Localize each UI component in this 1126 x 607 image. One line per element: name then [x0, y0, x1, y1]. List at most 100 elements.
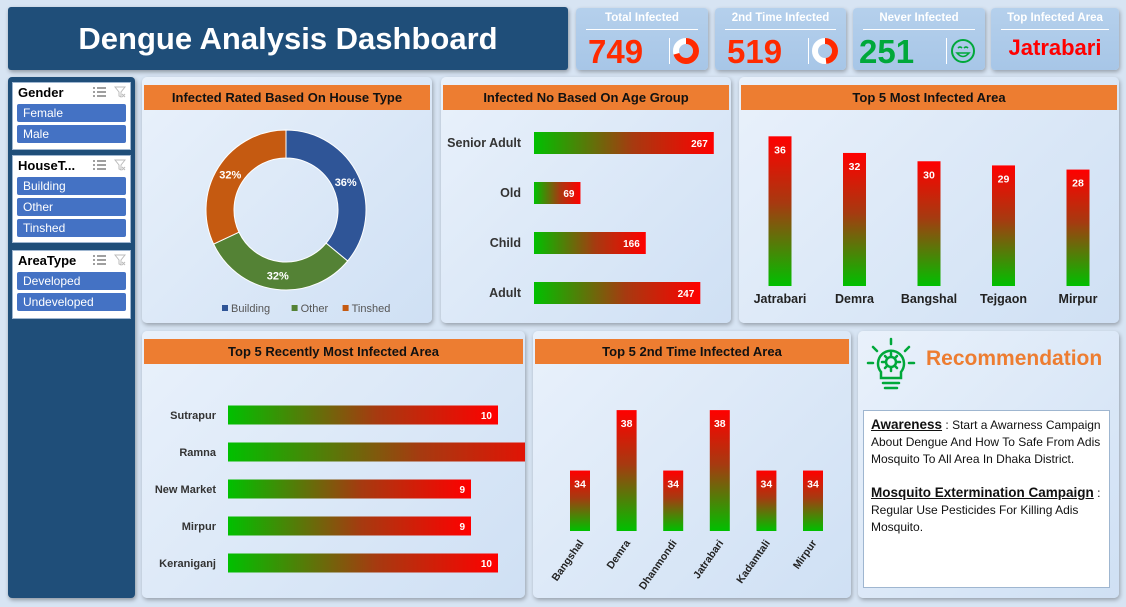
- donut-slice-building[interactable]: [285, 129, 367, 262]
- bar-adult[interactable]: [534, 282, 701, 304]
- donut-slice-label: 36%: [335, 177, 357, 189]
- bar-category-label: Ramna: [179, 447, 217, 459]
- kpi-value: 749: [588, 33, 644, 70]
- bar-value-label: 34: [667, 479, 679, 491]
- slicer-header: Gender: [13, 83, 130, 102]
- recommendation-title: Recommendation: [926, 347, 1103, 370]
- multi-select-icon[interactable]: [93, 254, 106, 266]
- recommendation-panel: Recommendation Awareness : Start a Awarn…: [858, 331, 1119, 598]
- bar-category-label: New Market: [155, 484, 216, 496]
- bar-value-label: 9: [459, 522, 465, 533]
- recent-infected-bar-chart: Sutrapur10Ramna13New Market9Mirpur9Keran…: [155, 405, 525, 573]
- legend-label: Building: [231, 303, 270, 315]
- bar-value-label: 166: [623, 239, 640, 250]
- slicer-header: AreaType: [13, 251, 130, 270]
- kpi-second-time-infected: 2nd Time Infected 519: [715, 8, 846, 70]
- bar-keraniganj[interactable]: [228, 553, 498, 573]
- bar-category-label: Child: [490, 236, 521, 250]
- donut-slice-label: 32%: [219, 170, 241, 182]
- age-group-panel: Infected No Based On Age Group Senior Ad…: [441, 77, 731, 323]
- slicer-title: AreaType: [18, 253, 77, 268]
- multi-select-icon[interactable]: [93, 159, 106, 171]
- multi-select-icon[interactable]: [93, 86, 106, 98]
- kpi-total-infected: Total Infected 749: [576, 8, 708, 70]
- bar-category-label: Tejgaon: [980, 292, 1027, 306]
- bar-category-label: Mirpur: [791, 538, 820, 572]
- bar-category-label: Jatrabari: [691, 538, 726, 581]
- recommendation-text: Regular Use Pesticides For Killing Adis …: [871, 503, 1079, 534]
- slicer-item-female[interactable]: Female: [17, 104, 126, 122]
- house-type-donut-chart: 36% 32% 32% Building Other Tinshed: [205, 129, 391, 315]
- slicer-area-type[interactable]: AreaType Developed Undeveloped: [12, 250, 131, 319]
- bar-category-label: Adult: [489, 286, 522, 300]
- bar-value-label: 36: [774, 144, 786, 156]
- donut-slice-tinshed[interactable]: [205, 129, 287, 245]
- recommendation-heading: Mosquito Extermination Campaign: [871, 485, 1094, 500]
- slicer-title: HouseT...: [18, 158, 76, 173]
- clear-filter-icon[interactable]: [114, 159, 126, 171]
- recommendation-item: Awareness : Start a Awarness Campaign Ab…: [871, 417, 1101, 466]
- age-group-bar-chart: Senior Adult 267 Old 69 Child 166 Adult 247: [447, 132, 714, 304]
- bar-category-label: Demra: [835, 292, 875, 306]
- slicer-gender[interactable]: Gender Female Male: [12, 82, 131, 150]
- recommendation-heading: Awareness: [871, 417, 943, 432]
- bar-category-label: Sutrapur: [170, 410, 217, 422]
- bar-category-label: Bangshal: [901, 292, 957, 306]
- slicer-item-other[interactable]: Other: [17, 198, 126, 216]
- bar-value-label: 34: [761, 479, 773, 491]
- bar-value-label: 247: [678, 289, 695, 300]
- slicer-item-male[interactable]: Male: [17, 125, 126, 143]
- bar-jatrabari[interactable]: [768, 136, 792, 286]
- legend-swatch: [222, 305, 228, 311]
- bar-value-label: 29: [998, 173, 1010, 185]
- bar-category-label: Bangshal: [550, 538, 587, 584]
- bar-value-label: 34: [807, 479, 819, 491]
- kpi-label: Total Infected: [605, 12, 679, 24]
- recommendation-item: Mosquito Extermination Campaign : Regula…: [871, 485, 1101, 534]
- bar-value-label: 10: [481, 559, 493, 570]
- bar-mirpur[interactable]: [228, 516, 471, 536]
- slicer-item-tinshed[interactable]: Tinshed: [17, 219, 126, 237]
- legend-swatch: [342, 305, 349, 311]
- top5-infected-panel: Top 5 Most Infected Area 36 Jatrabari 32 De…: [739, 77, 1119, 323]
- smiley-icon: [951, 39, 975, 63]
- bar-category-label: Kadamtali: [734, 538, 773, 586]
- slicer-item-developed[interactable]: Developed: [17, 272, 126, 290]
- bar-value-label: 267: [691, 139, 708, 150]
- kpi-never-infected: Never Infected 251: [853, 8, 985, 70]
- slicer-item-undeveloped[interactable]: Undeveloped: [17, 293, 126, 311]
- bar-sutrapur[interactable]: [228, 405, 498, 425]
- bar-category-label: Old: [500, 186, 521, 200]
- kpi-label: Top Infected Area: [1007, 12, 1103, 24]
- bar-value-label: 10: [481, 411, 493, 422]
- kpi-value: 251: [859, 33, 915, 70]
- bar-ramna[interactable]: [228, 442, 525, 462]
- bar-value-label: 9: [459, 485, 465, 496]
- legend-label: Tinshed: [352, 303, 391, 315]
- bar-category-label: Jatrabari: [754, 292, 807, 306]
- slicer-item-building[interactable]: Building: [17, 177, 126, 195]
- clear-filter-icon[interactable]: [114, 86, 126, 98]
- slicer-panel: Gender Female Male HouseT... Building Ot…: [8, 77, 135, 598]
- bar-senior-adult[interactable]: [534, 132, 714, 154]
- recommendation-body: Awareness : Start a Awarness Campaign Ab…: [863, 410, 1110, 588]
- slicer-header: HouseT...: [13, 156, 130, 175]
- bar-value-label: 69: [563, 189, 575, 200]
- slicer-house-type[interactable]: HouseT... Building Other Tinshed: [12, 155, 131, 243]
- bar-category-label: Demra: [604, 538, 633, 572]
- lightbulb-gear-icon: [866, 337, 916, 390]
- kpi-label: 2nd Time Infected: [731, 12, 830, 24]
- kpi-value: Jatrabari: [1008, 35, 1102, 60]
- kpi-top-infected-area: Top Infected Area Jatrabari: [991, 8, 1119, 70]
- second-time-panel: Top 5 2nd Time Infected Area 34 Bangshal 3…: [533, 331, 851, 598]
- bar-value-label: 38: [714, 418, 726, 430]
- bar-new-market[interactable]: [228, 479, 471, 499]
- bar-value-label: 32: [849, 161, 861, 173]
- kpi-label: Never Infected: [879, 12, 959, 24]
- legend-label: Other: [301, 303, 329, 315]
- donut-slice-label: 32%: [267, 270, 289, 282]
- clear-filter-icon[interactable]: [114, 254, 126, 266]
- dashboard-title: Dengue Analysis Dashboard: [8, 7, 568, 70]
- top5-infected-bar-chart: 36 Jatrabari 32 Demra 30 Bangshal 29 Tejgaon 28 M…: [754, 136, 1098, 306]
- bar-value-label: 38: [621, 418, 633, 430]
